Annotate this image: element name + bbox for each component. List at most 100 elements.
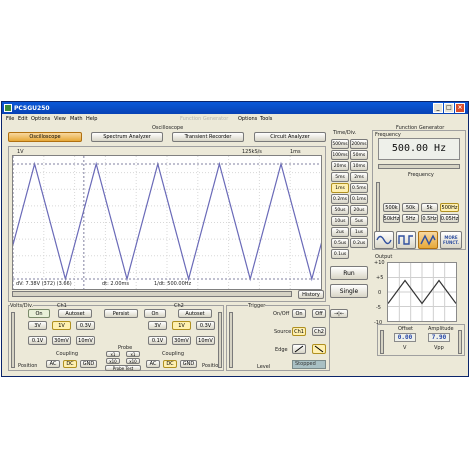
time-div-50us-button[interactable]: 50us bbox=[331, 205, 349, 215]
ch1-3v-button[interactable]: 3V bbox=[28, 321, 47, 330]
time-div-20ms-button[interactable]: 20ms bbox=[331, 161, 349, 171]
menu-file[interactable]: File bbox=[6, 116, 14, 122]
ch1-on-button[interactable]: On bbox=[28, 309, 50, 318]
trigger-source-ch1[interactable]: Ch1 bbox=[292, 327, 306, 336]
run-button[interactable]: Run bbox=[330, 266, 368, 280]
ch2-probe-x1[interactable]: x1 bbox=[126, 351, 140, 357]
output-tick-p5: +5 bbox=[376, 275, 384, 281]
time-div-1us-button[interactable]: 1us bbox=[350, 227, 368, 237]
ch2-autoset-button[interactable]: Autoset bbox=[178, 309, 212, 318]
probe-test-button[interactable]: Probe Test bbox=[105, 365, 141, 371]
time-div-0-2ms-button[interactable]: 0.2ms bbox=[331, 194, 349, 204]
ch1-0-1v-button[interactable]: 0.1V bbox=[28, 336, 47, 345]
trigger-falling-edge-button[interactable] bbox=[312, 344, 326, 354]
range-500k-button[interactable]: 500k bbox=[383, 203, 400, 212]
time-div-100ms-button[interactable]: 100ms bbox=[331, 150, 349, 160]
tab-transient-recorder[interactable]: Transient Recorder bbox=[172, 132, 244, 142]
frequency-slider[interactable] bbox=[378, 164, 460, 169]
time-div-200ms-button[interactable]: 200ms bbox=[350, 139, 368, 149]
more-functions-button[interactable]: MORE FUNCT. bbox=[440, 231, 462, 249]
offset-label: Offset bbox=[398, 326, 414, 332]
ch2-on-button[interactable]: On bbox=[144, 309, 166, 318]
ch2-0-1v-button[interactable]: 0.1V bbox=[148, 336, 167, 345]
history-button[interactable]: History bbox=[298, 290, 324, 299]
time-div-20us-button[interactable]: 20us bbox=[350, 205, 368, 215]
offset-slider[interactable] bbox=[380, 330, 384, 354]
ch2-10mv-button[interactable]: 10mV bbox=[196, 336, 215, 345]
time-div-5us-button[interactable]: 5us bbox=[350, 216, 368, 226]
trigger-on-button[interactable]: On bbox=[292, 309, 306, 318]
time-div-0-5us-button[interactable]: 0.5us bbox=[331, 238, 349, 248]
menu-help[interactable]: Help bbox=[86, 116, 97, 122]
range-5hz-button[interactable]: 5Hz bbox=[402, 214, 419, 223]
frequency-fine-slider[interactable] bbox=[376, 182, 380, 232]
ch1-1v-button[interactable]: 1V bbox=[52, 321, 71, 330]
range-5k-button[interactable]: 5k bbox=[421, 203, 438, 212]
time-div-50ms-button[interactable]: 50ms bbox=[350, 150, 368, 160]
ch2-3v-button[interactable]: 3V bbox=[148, 321, 167, 330]
trigger-rising-edge-button[interactable] bbox=[292, 344, 306, 354]
menu-math[interactable]: Math bbox=[70, 116, 83, 122]
ch2-position-slider[interactable] bbox=[218, 312, 222, 368]
frequency-display: 500.00 Hz bbox=[378, 138, 460, 160]
ch1-coupling-ac[interactable]: AC bbox=[46, 360, 60, 368]
time-div-0-2us-button[interactable]: 0.2us bbox=[350, 238, 368, 248]
ch2-coupling-dc[interactable]: DC bbox=[163, 360, 177, 368]
sine-wave-button[interactable] bbox=[374, 231, 394, 249]
time-div-10ms-button[interactable]: 10ms bbox=[350, 161, 368, 171]
range-0-05hz-button[interactable]: 0.05Hz bbox=[440, 214, 459, 223]
menu-options-right[interactable]: Options bbox=[238, 116, 257, 122]
ch1-0-3v-button[interactable]: 0.3V bbox=[76, 321, 95, 330]
ch1-10mv-button[interactable]: 10mV bbox=[76, 336, 95, 345]
menu-view[interactable]: View bbox=[54, 116, 66, 122]
trigger-source-ch2[interactable]: Ch2 bbox=[312, 327, 326, 336]
ch2-30mv-button[interactable]: 30mV bbox=[172, 336, 191, 345]
trigger-off-button[interactable]: Off bbox=[312, 309, 326, 318]
range-0-5hz-button[interactable]: 0.5Hz bbox=[421, 214, 438, 223]
ch1-30mv-button[interactable]: 30mV bbox=[52, 336, 71, 345]
trigger-pretrigger-button[interactable]: →|← bbox=[330, 309, 348, 318]
time-div-0-1ms-button[interactable]: 0.1ms bbox=[350, 194, 368, 204]
menu-edit[interactable]: Edit bbox=[18, 116, 28, 122]
ch2-coupling-gnd[interactable]: GND bbox=[180, 360, 197, 368]
time-div-2us-button[interactable]: 2us bbox=[331, 227, 349, 237]
ch2-1v-button[interactable]: 1V bbox=[172, 321, 191, 330]
minimize-button[interactable]: _ bbox=[433, 103, 443, 113]
close-button[interactable]: × bbox=[455, 103, 465, 113]
ch2-probe-x10[interactable]: x10 bbox=[126, 358, 140, 364]
ch2-coupling-ac[interactable]: AC bbox=[146, 360, 160, 368]
time-div-2ms-button[interactable]: 2ms bbox=[350, 172, 368, 182]
maximize-button[interactable]: □ bbox=[444, 103, 454, 113]
title-bar[interactable]: PCSGU250 _ □ × bbox=[2, 102, 468, 114]
tab-circuit-analyzer[interactable]: Circuit Analyzer bbox=[254, 132, 326, 142]
tab-oscilloscope[interactable]: Oscilloscope bbox=[8, 132, 82, 142]
ch2-0-3v-button[interactable]: 0.3V bbox=[196, 321, 215, 330]
time-div-500ms-button[interactable]: 500ms bbox=[331, 139, 349, 149]
menu-tools[interactable]: Tools bbox=[260, 116, 272, 122]
scope-display[interactable] bbox=[12, 155, 322, 290]
ch1-autoset-button[interactable]: Autoset bbox=[58, 309, 92, 318]
persist-button[interactable]: Persist bbox=[104, 309, 138, 318]
ch1-probe-x1[interactable]: x1 bbox=[106, 351, 120, 357]
range-50khz-button[interactable]: 50kHz bbox=[383, 214, 400, 223]
amplitude-value: 7.90 bbox=[428, 333, 450, 342]
range-50k-button[interactable]: 50k bbox=[402, 203, 419, 212]
time-div-0-1us-button[interactable]: 0.1us bbox=[331, 249, 349, 259]
square-wave-button[interactable] bbox=[396, 231, 416, 249]
ch1-coupling-dc[interactable]: DC bbox=[63, 360, 77, 368]
amplitude-slider[interactable] bbox=[458, 330, 462, 354]
ch1-position-slider[interactable] bbox=[11, 312, 15, 368]
ch1-probe-x10[interactable]: x10 bbox=[106, 358, 120, 364]
tab-spectrum-analyzer[interactable]: Spectrum Analyzer bbox=[91, 132, 163, 142]
ch1-coupling-gnd[interactable]: GND bbox=[80, 360, 97, 368]
triangle-wave-button[interactable] bbox=[418, 231, 438, 249]
range-500hz-button[interactable]: 500Hz bbox=[440, 203, 459, 212]
time-div-10us-button[interactable]: 10us bbox=[331, 216, 349, 226]
time-div-0-5ms-button[interactable]: 0.5ms bbox=[350, 183, 368, 193]
menu-options[interactable]: Options bbox=[31, 116, 50, 122]
time-div-1ms-button[interactable]: 1ms bbox=[331, 183, 349, 193]
single-button[interactable]: Single bbox=[330, 284, 368, 298]
time-div-5ms-button[interactable]: 5ms bbox=[331, 172, 349, 182]
timebase-scrollbar[interactable] bbox=[12, 291, 292, 297]
trigger-level-slider[interactable] bbox=[229, 312, 233, 368]
